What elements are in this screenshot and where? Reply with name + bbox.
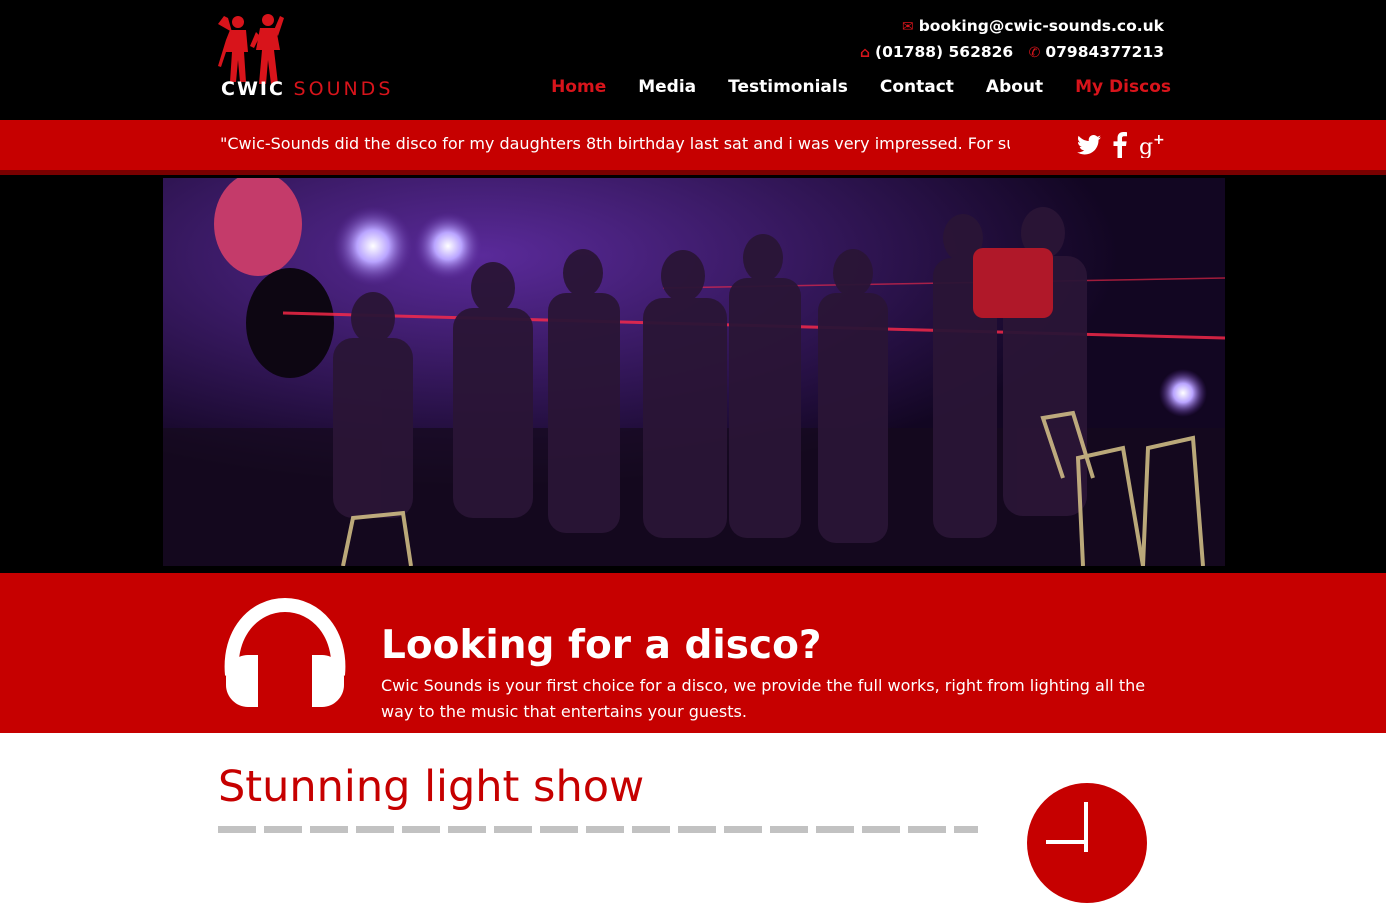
cta-title: Looking for a disco? (381, 623, 822, 669)
nav-media[interactable]: Media (638, 77, 696, 97)
email-text: booking@cwic-sounds.co.uk (918, 17, 1164, 35)
cta-section: Looking for a disco? Cwic Sounds is your… (0, 573, 1386, 733)
email-contact[interactable]: ✉ booking@cwic-sounds.co.uk (902, 17, 1164, 35)
social-links: g + (1077, 132, 1165, 162)
phone-icon: ✆ (1028, 45, 1041, 61)
home-icon: ⌂ (859, 45, 871, 61)
phone-contacts: ⌂ (01788) 562826 ✆ 07984377213 (860, 43, 1164, 61)
testimonial-bar: "Cwic-Sounds did the disco for my daught… (0, 120, 1386, 175)
svg-text:g: g (1139, 135, 1153, 158)
headphones-icon (218, 593, 352, 709)
testimonial-quote[interactable]: "Cwic-Sounds did the disco for my daught… (220, 134, 1010, 153)
svg-text:+: + (1153, 132, 1165, 148)
google-plus-icon[interactable]: g + (1139, 132, 1165, 162)
disco-scene-image (163, 178, 1225, 566)
nav-about[interactable]: About (986, 77, 1043, 97)
envelope-icon: ✉ (901, 19, 914, 35)
main-nav: Home Media Testimonials Contact About My… (551, 77, 1171, 97)
cta-text: Cwic Sounds is your first choice for a d… (381, 676, 1146, 721)
site-header: CWIC SOUNDS ✉ booking@cwic-sounds.co.uk ⌂… (0, 0, 1386, 120)
nav-testimonials[interactable]: Testimonials (728, 77, 848, 97)
light-show-icon (1026, 782, 1148, 904)
hero-section (0, 175, 1386, 573)
section-title: Stunning light show (218, 762, 645, 812)
party-photo (163, 178, 1225, 566)
nav-my-discos[interactable]: My Discos (1075, 77, 1171, 97)
logo[interactable]: CWIC SOUNDS (218, 12, 398, 110)
twitter-icon[interactable] (1077, 135, 1101, 159)
facebook-icon[interactable] (1113, 132, 1127, 162)
logo-wordmark: CWIC SOUNDS (221, 78, 394, 100)
nav-home[interactable]: Home (551, 77, 606, 97)
section-text-preview (218, 826, 978, 833)
mobile-number[interactable]: 07984377213 (1045, 43, 1164, 61)
nav-contact[interactable]: Contact (880, 77, 954, 97)
landline-number[interactable]: (01788) 562826 (875, 43, 1013, 61)
